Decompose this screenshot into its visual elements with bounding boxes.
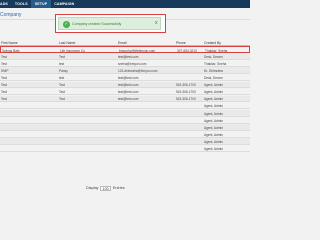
cell-phone: 515-306-1700 bbox=[176, 83, 196, 88]
top-navbar: ADS TOOLS SETUP CAMPAIGN bbox=[0, 0, 250, 8]
cell-email: test@test.com bbox=[118, 90, 139, 95]
entries-label: Entries bbox=[112, 186, 125, 190]
cell-first-name: Test bbox=[1, 61, 7, 66]
pagination-control: Display 100 Entries bbox=[86, 185, 125, 191]
table-row[interactable]: Swingy Bats Life Insurance Co bmurphy@life… bbox=[0, 46, 250, 53]
cell-email: test@test.com bbox=[118, 83, 139, 88]
cell-phone: 515-306-1700 bbox=[176, 97, 196, 102]
cell-first-name: Test bbox=[1, 90, 7, 95]
table-row[interactable]: Agent, Admin bbox=[0, 117, 250, 124]
cell-created-by: Agent, Admin bbox=[204, 97, 223, 102]
cell-first-name: SNIP bbox=[1, 68, 9, 73]
success-toast: ✓ Company created Successfully x bbox=[55, 14, 166, 33]
table-row[interactable]: Agent, Admin bbox=[0, 103, 250, 110]
cell-email: test@test.com bbox=[118, 76, 139, 81]
nav-item-setup[interactable]: SETUP bbox=[31, 0, 51, 8]
table-row[interactable]: SNIP Pansy 123-dhimraha@bmyon.com Dr. Dhimr… bbox=[0, 67, 250, 74]
table-row[interactable]: Agent, Admin bbox=[0, 109, 250, 117]
page-title: Company bbox=[0, 12, 22, 18]
cell-created-by: Thakkar, Sneha bbox=[204, 61, 227, 66]
cell-created-by: Agent, Admin bbox=[204, 111, 223, 116]
cell-created-by: Agent, Admin bbox=[204, 83, 223, 88]
cell-first-name: Test bbox=[1, 54, 7, 59]
cell-email: bmurphy@lifebmyon.com bbox=[119, 48, 156, 53]
table-row[interactable]: Test Test test@test.com 515-306-1700 Agent, … bbox=[0, 81, 250, 89]
cell-email: sneha@bmyon.com bbox=[118, 61, 147, 66]
cell-created-by: Agent, Admin bbox=[204, 118, 223, 123]
check-circle-icon: ✓ bbox=[63, 21, 70, 28]
table-row[interactable]: Agent, Admin bbox=[0, 131, 250, 138]
nav-item-campaign[interactable]: CAMPAIGN bbox=[51, 0, 78, 8]
table-row[interactable]: Agent, Admin bbox=[0, 124, 250, 131]
cell-created-by: Agent, Admin bbox=[204, 147, 223, 152]
nav-item-ads[interactable]: ADS bbox=[0, 0, 11, 8]
cell-last-name: Test bbox=[59, 54, 65, 59]
table-row[interactable]: Test Test test@test.com 515-306-1700 Agent, … bbox=[0, 89, 250, 96]
cell-created-by: Desk, Dream bbox=[204, 76, 223, 81]
cell-created-by: Desk, Dream bbox=[204, 54, 223, 59]
page-size-select[interactable]: 100 bbox=[100, 185, 111, 191]
table-row[interactable]: Test test sneha@bmyon.com Thakkar, Sneha bbox=[0, 60, 250, 67]
cell-last-name: Pansy bbox=[59, 68, 68, 73]
cell-last-name: Life Insurance Co bbox=[60, 48, 85, 53]
table-row[interactable]: Agent, Admin bbox=[0, 145, 250, 153]
cell-last-name: test bbox=[59, 76, 65, 81]
cell-email: test@test.com bbox=[118, 54, 139, 59]
cell-last-name: Test bbox=[59, 90, 65, 95]
cell-first-name: Test bbox=[1, 83, 7, 88]
cell-created-by: Agent, Admin bbox=[204, 132, 223, 137]
cell-first-name: Test bbox=[1, 97, 7, 102]
cell-first-name: Test bbox=[1, 76, 7, 81]
cell-created-by: Agent, Admin bbox=[204, 104, 223, 109]
cell-phone: 307-654-3210 bbox=[177, 48, 197, 53]
cell-created-by: Agent, Admin bbox=[204, 139, 223, 144]
display-label: Display bbox=[86, 186, 99, 190]
table-row[interactable]: Test Test test@test.com Desk, Dream bbox=[0, 53, 250, 60]
cell-created-by: Agent, Admin bbox=[204, 90, 223, 95]
cell-first-name: Swingy Bats bbox=[2, 48, 20, 53]
cell-created-by: Agent, Admin bbox=[204, 125, 223, 130]
cell-email: 123-dhimraha@bmyon.com bbox=[118, 68, 158, 73]
cell-email: test@test.com bbox=[118, 97, 139, 102]
table-row[interactable]: Agent, Admin bbox=[0, 138, 250, 145]
cell-last-name: Test bbox=[59, 83, 65, 88]
toast-message: Company created Successfully bbox=[72, 21, 122, 26]
cell-phone: 515-306-1700 bbox=[176, 90, 196, 95]
table-row[interactable]: Test test test@test.com Desk, Dream bbox=[0, 74, 250, 82]
cell-created-by: Dr. Dhimraha bbox=[204, 68, 223, 73]
cell-created-by: Thakkar, Sneha bbox=[205, 48, 228, 53]
nav-item-tools[interactable]: TOOLS bbox=[11, 0, 31, 8]
table-row[interactable]: Test Test test@test.com 515-306-1700 Agent, … bbox=[0, 95, 250, 103]
toast-body: ✓ Company created Successfully x bbox=[58, 17, 161, 30]
close-icon[interactable]: x bbox=[155, 20, 158, 26]
cell-last-name: Test bbox=[59, 97, 65, 102]
cell-last-name: test bbox=[59, 61, 65, 66]
